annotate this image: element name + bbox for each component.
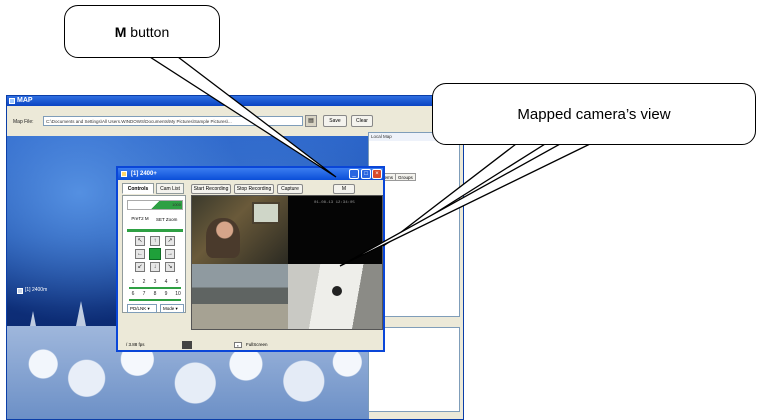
m-button-callout: M button <box>64 5 220 58</box>
mapped-view-callout: Mapped camera’s view <box>432 83 756 145</box>
mapped-view-pointer-2 <box>339 143 591 267</box>
callout-pointers <box>147 56 591 267</box>
m-button-callout-text: button <box>126 24 170 40</box>
m-button-pointer <box>147 56 337 178</box>
m-button-callout-bold: M <box>114 24 127 40</box>
